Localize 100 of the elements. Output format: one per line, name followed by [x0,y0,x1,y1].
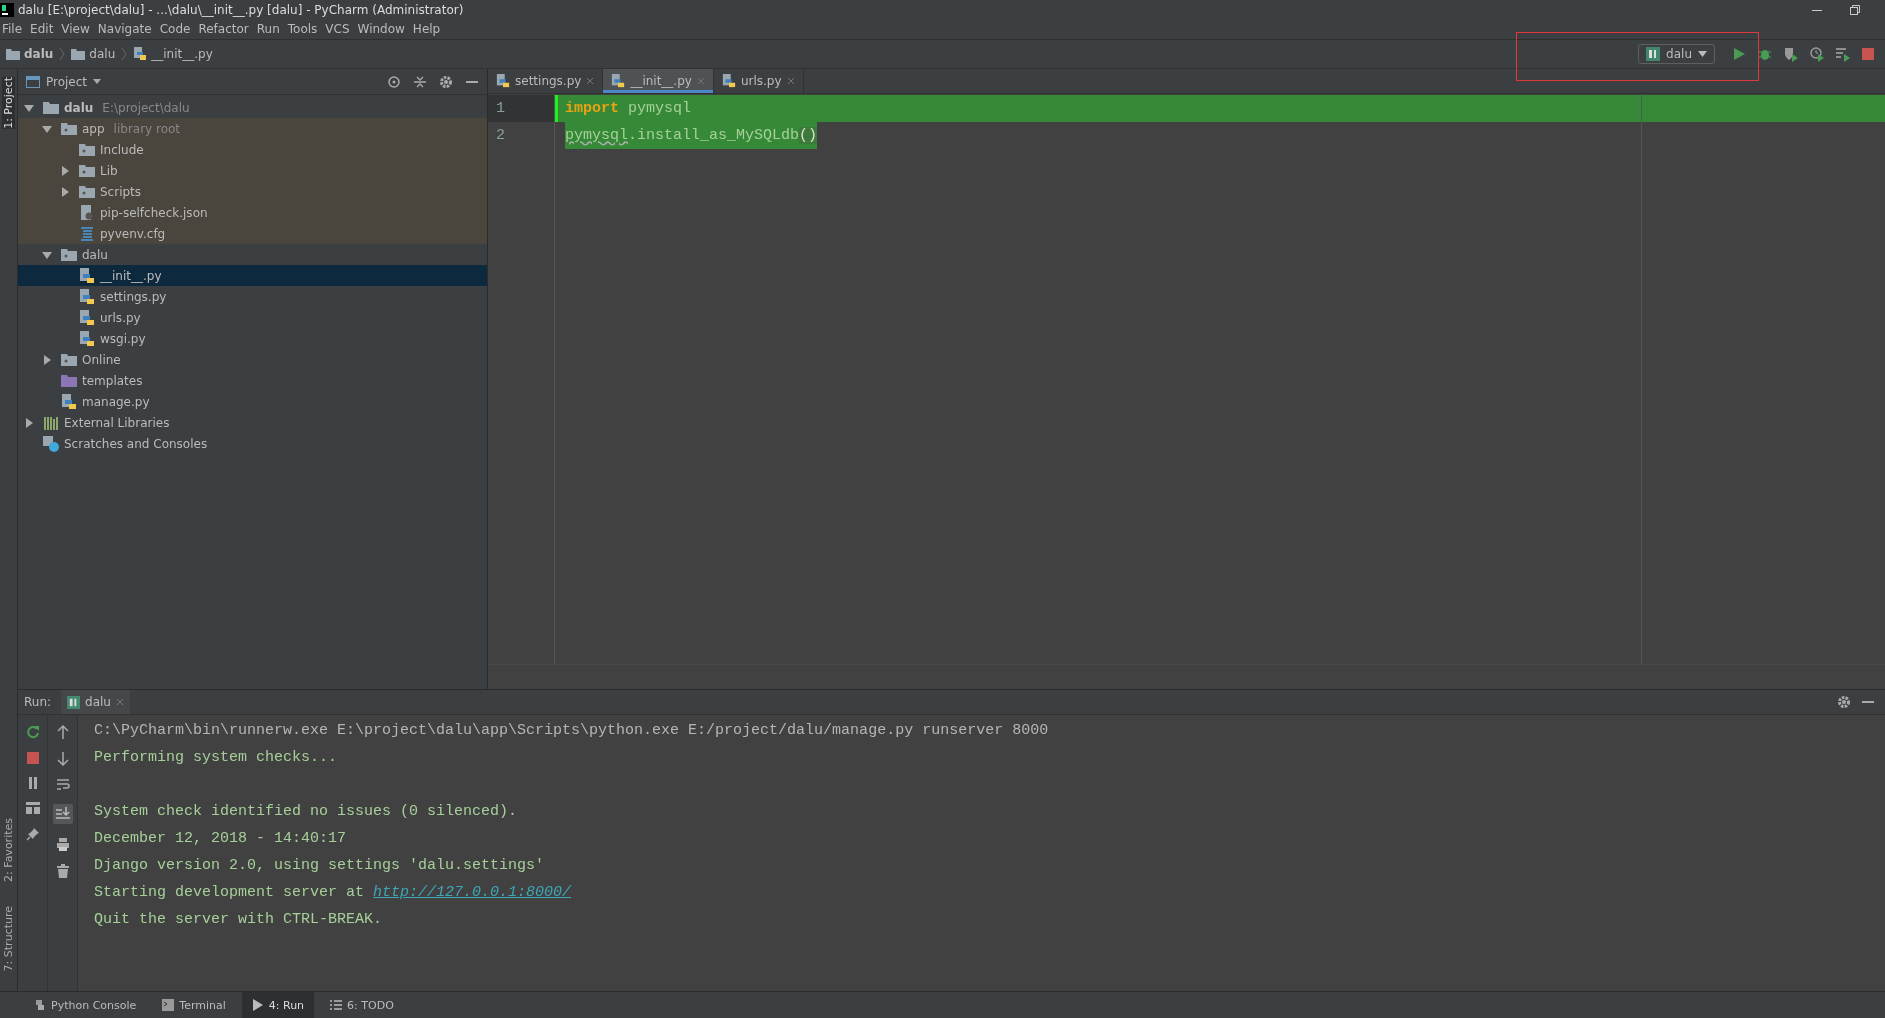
console-line: C:\PyCharm\bin\runnerw.exe E:\project\dalu\app\Scripts\python.exe E:/project/dalu/manage.py runserver 8000 [94,722,1049,739]
tree-item[interactable]: manage.py [18,391,487,412]
tree-item[interactable]: Include [18,139,487,160]
python-file-icon [133,47,148,61]
pin-icon[interactable] [25,827,40,841]
tool-window-tab[interactable]: 6: TODO [320,992,404,1018]
folder-icon [71,48,86,60]
menu-item[interactable]: View [59,22,96,36]
menu-item[interactable]: Window [355,22,411,36]
expand-arrow-icon[interactable] [24,417,34,428]
console-line: System check identified no issues (0 silenced). [94,803,518,820]
scroll-to-end-icon[interactable] [52,804,73,824]
tree-item[interactable]: app library root [18,118,487,139]
text-file-icon [79,225,95,242]
editor-tab[interactable]: urls.py [713,69,804,93]
tree-item[interactable]: pyvenv.cfg [18,223,487,244]
tool-window-tab[interactable]: 4: Run [241,992,315,1018]
folder-icon [79,143,95,156]
up-arrow-icon[interactable] [56,725,69,739]
tree-item[interactable]: Online [18,349,487,370]
tool-window-tab[interactable]: 7: Structure [2,905,15,971]
tree-item[interactable]: wsgi.py [18,328,487,349]
run-icon[interactable] [1731,46,1747,62]
tool-window-tab[interactable]: 2: Favorites [2,817,15,882]
close-icon[interactable] [786,77,795,85]
expand-arrow-icon[interactable] [42,354,52,365]
python-file-icon [79,309,95,326]
tree-item[interactable]: Scripts [18,181,487,202]
menu-item[interactable]: Run [254,22,286,36]
scratches-icon [43,435,59,452]
folder-icon [61,248,77,261]
python-file-icon [611,74,626,88]
settings-icon[interactable] [439,74,453,89]
expand-arrow-icon[interactable] [60,186,70,197]
soft-wrap-icon[interactable] [55,779,70,791]
tree-item[interactable]: urls.py [18,307,487,328]
tree-item[interactable]: templates [18,370,487,391]
json-file-icon [79,204,95,221]
menu-item[interactable]: Tools [285,22,324,36]
down-arrow-icon[interactable] [56,752,69,766]
menu-item[interactable]: Code [157,22,197,36]
editor-tab[interactable]: __init__.py [603,69,714,93]
tree-item[interactable]: settings.py [18,286,487,307]
tree-item[interactable]: pip-selfcheck.json [18,202,487,223]
chevron-icon [59,47,66,61]
menu-item[interactable]: Edit [28,22,60,36]
menu-item[interactable]: Navigate [95,22,158,36]
breadcrumb-item[interactable]: __init__.py [131,47,215,61]
breadcrumb-item[interactable]: dalu [4,47,56,61]
console-line: Performing system checks... [94,749,338,766]
libraries-icon [43,415,59,430]
print-icon[interactable] [55,837,70,851]
menu-item[interactable]: VCS [323,22,356,36]
layout-icon[interactable] [25,802,40,814]
menu-item[interactable]: Refactor [196,22,255,36]
tool-window-tab[interactable]: Terminal [152,992,236,1018]
folder-icon [6,48,20,60]
expand-arrow-icon[interactable] [42,123,52,134]
trash-icon[interactable] [56,864,69,878]
console-line: December 12, 2018 - 14:40:17 [94,830,347,847]
menu-item[interactable]: Help [410,22,447,36]
stop-icon[interactable] [1861,47,1875,61]
folder-icon [61,353,77,366]
tree-item[interactable]: Lib [18,160,487,181]
list-run-icon[interactable] [1835,46,1851,62]
tree-item[interactable]: dalu E:\project\dalu [18,97,487,118]
collapse-icon[interactable] [413,74,427,89]
python-file-icon [496,74,510,88]
console-line: Starting development server at http://127.0.0.1:8000/ [94,884,572,901]
folder-icon [79,185,95,198]
expand-arrow-icon[interactable] [24,102,34,113]
rerun-icon[interactable] [25,725,40,739]
folder-icon [61,122,77,135]
tree-item[interactable]: __init__.py [18,265,487,286]
tool-window-tab[interactable]: Python Console [24,992,147,1018]
expand-arrow-icon[interactable] [60,165,70,176]
restore-icon[interactable] [1849,3,1861,16]
menu-item[interactable]: File [0,22,29,36]
close-icon[interactable] [586,77,595,85]
run-tab[interactable]: dalu [61,690,130,714]
tree-item[interactable]: dalu [18,244,487,265]
tree-item[interactable]: Scratches and Consoles [18,433,487,454]
tree-item[interactable]: External Libraries [18,412,487,433]
line-number: 1 [488,95,554,122]
python-file-icon [79,330,95,347]
expand-arrow-icon[interactable] [42,249,52,260]
stop-icon[interactable] [26,752,39,764]
project-view-selector[interactable]: Project [26,74,102,89]
tool-window-tab[interactable]: 1: Project [2,77,15,129]
breadcrumb-item[interactable]: dalu [69,47,118,61]
locate-icon[interactable] [387,74,401,89]
clock-run-icon[interactable] [1809,46,1825,62]
run-icon [251,999,264,1011]
app-logo-icon [0,2,14,17]
caret-icon [1698,51,1707,57]
settings-icon[interactable] [1837,695,1851,709]
pause-icon[interactable] [26,777,39,789]
shield-run-icon[interactable] [1783,46,1799,62]
console-link[interactable]: http://127.0.0.1:8000/ [373,884,572,901]
run-config-dropdown[interactable]: dalu [1638,44,1715,64]
